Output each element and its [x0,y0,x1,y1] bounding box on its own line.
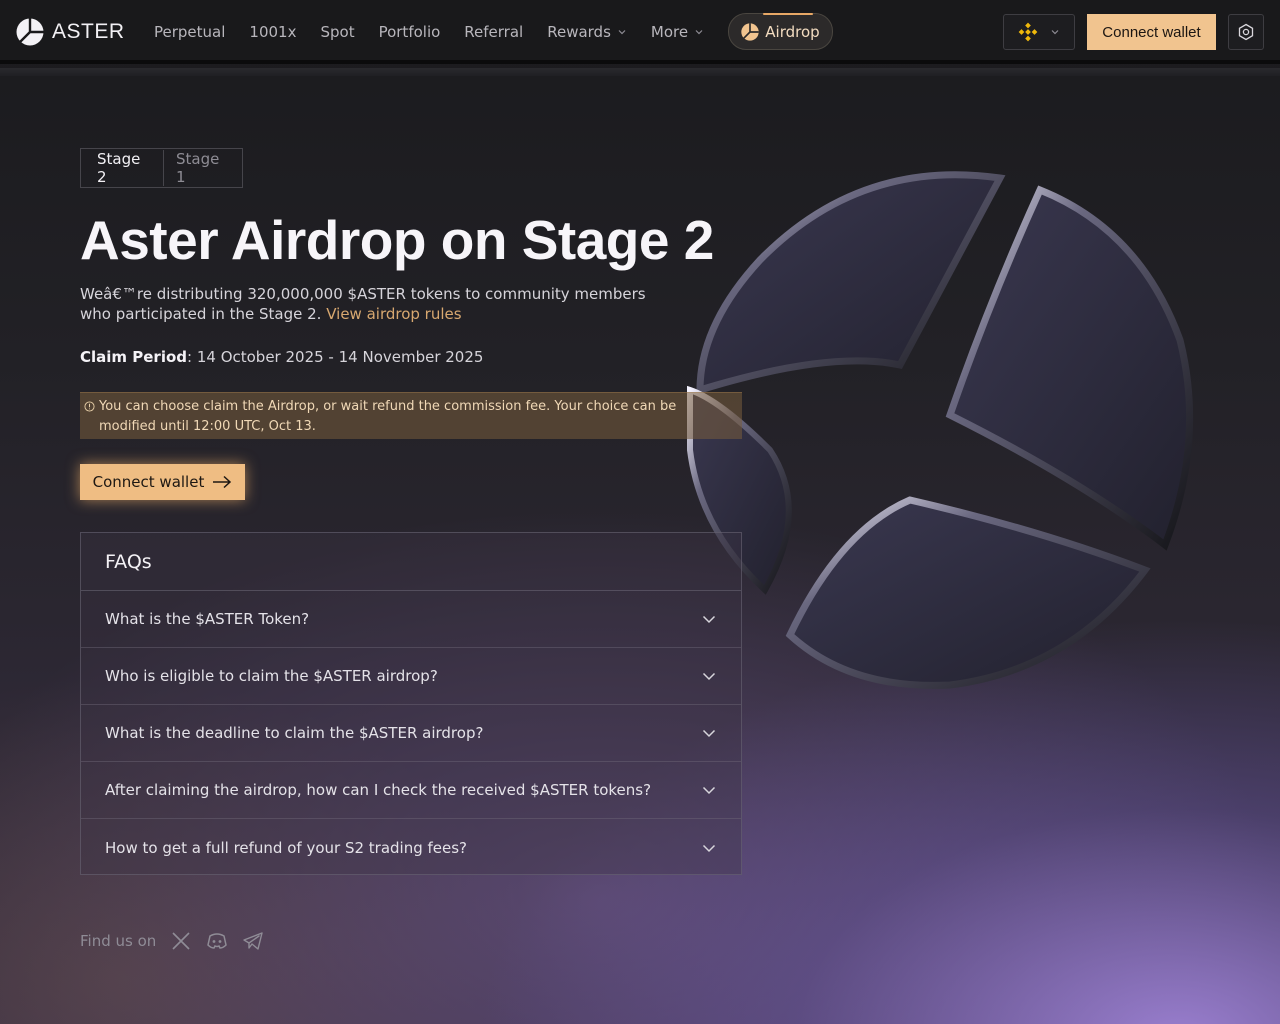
brand-logo[interactable]: ASTER [16,18,125,46]
nav-airdrop-label: Airdrop [765,22,820,41]
nav-links: Perpetual 1001x Spot Portfolio Referral … [154,0,728,64]
notice-banner: You can choose claim the Airdrop, or wai… [80,392,742,439]
settings-button[interactable] [1228,14,1264,50]
chevron-down-icon [702,615,716,624]
nav-perpetual[interactable]: Perpetual [154,23,225,41]
airdrop-rules-link[interactable]: View airdrop rules [326,305,461,323]
chevron-down-icon [702,786,716,795]
navbar-divider [0,68,1280,76]
faq-item[interactable]: After claiming the airdrop, how can I ch… [81,762,741,819]
nav-referral-label: Referral [464,23,524,41]
chevron-down-icon [702,672,716,681]
faq-item[interactable]: What is the $ASTER Token? [81,591,741,648]
stage-tabs: Stage 2 Stage 1 [80,148,243,188]
nav-more-label: More [650,23,689,41]
social-links: Find us on [80,930,264,952]
x-icon[interactable] [170,930,192,952]
top-navbar: ASTER Perpetual 1001x Spot Portfolio Ref… [0,0,1280,64]
claim-period-label: Claim Period [80,348,188,366]
notice-text: You can choose claim the Airdrop, or wai… [99,399,677,434]
nav-perpetual-label: Perpetual [154,23,226,41]
telegram-icon[interactable] [242,930,264,952]
nav-rewards[interactable]: Rewards [547,23,627,41]
faq-question: After claiming the airdrop, how can I ch… [105,781,652,799]
aster-logo-icon [16,18,44,46]
faq-item[interactable]: Who is eligible to claim the $ASTER aird… [81,648,741,705]
chain-selector[interactable] [1003,14,1075,50]
faq-item[interactable]: How to get a full refund of your S2 trad… [81,819,741,876]
chevron-down-icon [702,844,716,852]
chevron-down-icon [1051,30,1059,35]
brand-name: ASTER [52,20,125,43]
faq-item[interactable]: What is the deadline to claim the $ASTER… [81,705,741,762]
nav-referral[interactable]: Referral [464,23,523,41]
info-icon [84,401,95,412]
faq-question: How to get a full refund of your S2 trad… [105,838,468,857]
connect-wallet-button[interactable]: Connect wallet [1087,14,1216,50]
page-title: Aster Airdrop on Stage 2 [80,209,714,271]
hero-description: Weâ€™re distributing 320,000,000 $ASTER … [80,284,680,324]
nav-portfolio[interactable]: Portfolio [379,23,441,41]
claim-period: Claim Period: 14 October 2025 - 14 Novem… [80,348,483,366]
hero-connect-wallet-label: Connect wallet [92,473,205,491]
aster-logo-icon [741,22,759,41]
faq-question: What is the $ASTER Token? [105,610,310,628]
aster-emblem-graphic [687,171,1194,689]
faq-section: FAQs What is the $ASTER Token? Who is el… [80,532,742,875]
chevron-down-icon [618,30,626,35]
tab-stage-1[interactable]: Stage 1 [163,150,242,186]
find-us-label: Find us on [80,932,157,950]
nav-spot[interactable]: Spot [320,23,354,41]
nav-rewards-label: Rewards [547,23,611,41]
claim-period-value: : 14 October 2025 - 14 November 2025 [187,348,484,366]
nav-more[interactable]: More [651,23,704,41]
hero-connect-wallet-button[interactable]: Connect wallet [80,464,245,500]
discord-icon[interactable] [206,930,228,952]
settings-icon [1238,23,1254,41]
tab-stage-2[interactable]: Stage 2 [81,150,163,186]
nav-1001x-label: 1001x [249,23,297,41]
arrow-right-icon [213,475,232,489]
nav-portfolio-label: Portfolio [378,23,441,41]
chevron-down-icon [702,729,716,738]
faq-title: FAQs [81,533,741,591]
nav-1001x[interactable]: 1001x [249,23,296,41]
nav-spot-label: Spot [320,23,355,41]
faq-question: What is the deadline to claim the $ASTER… [105,724,484,742]
faq-question: Who is eligible to claim the $ASTER aird… [105,667,438,685]
chevron-down-icon [695,30,703,35]
nav-airdrop[interactable]: Airdrop [728,13,833,50]
bnb-chain-icon [1018,22,1038,42]
